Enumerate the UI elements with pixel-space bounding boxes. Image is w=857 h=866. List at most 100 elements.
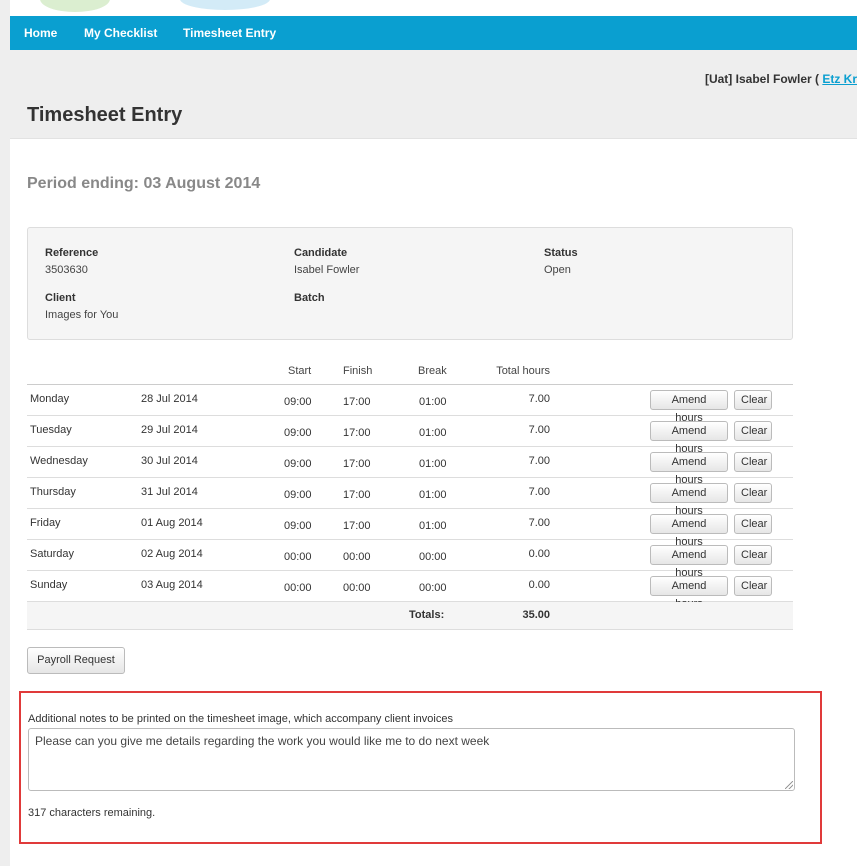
- break-cell: 01:00: [419, 458, 447, 470]
- finish-cell: 17:00: [343, 489, 371, 501]
- finish-cell: 17:00: [343, 427, 371, 439]
- header-total-hours: Total hours: [496, 365, 550, 377]
- status-value: Open: [544, 264, 571, 276]
- date-cell: 28 Jul 2014: [141, 393, 198, 405]
- day-cell: Sunday: [30, 579, 68, 591]
- status-label: Status: [544, 247, 578, 259]
- start-cell: 09:00: [284, 520, 312, 532]
- total-hours-cell: 7.00: [528, 486, 550, 498]
- total-hours-cell: 7.00: [528, 393, 550, 405]
- date-cell: 29 Jul 2014: [141, 424, 198, 436]
- finish-cell: 00:00: [343, 551, 371, 563]
- totals-label: Totals:: [409, 609, 445, 621]
- header-break: Break: [418, 365, 447, 377]
- total-hours-cell: 7.00: [528, 455, 550, 467]
- header-finish: Finish: [343, 365, 373, 377]
- page-title: Timesheet Entry: [27, 104, 183, 126]
- page-header: Timesheet Entry: [10, 84, 857, 138]
- amend-hours-button[interactable]: Amend hours: [650, 545, 728, 579]
- day-cell: Monday: [30, 393, 70, 405]
- start-cell: 09:00: [284, 396, 312, 408]
- timesheet-panel: Period ending: 03 August 2014 Reference …: [10, 138, 857, 866]
- finish-cell: 00:00: [343, 582, 371, 594]
- batch-label: Batch: [294, 292, 325, 304]
- clear-button[interactable]: Clear: [734, 545, 772, 565]
- total-hours-cell: 7.00: [528, 424, 550, 436]
- clear-button[interactable]: Clear: [734, 514, 772, 534]
- nav-my-checklist[interactable]: My Checklist: [84, 16, 157, 50]
- break-cell: 01:00: [419, 520, 447, 532]
- clear-button[interactable]: Clear: [734, 452, 772, 472]
- date-cell: 30 Jul 2014: [141, 455, 198, 467]
- date-cell: 02 Aug 2014: [141, 548, 203, 560]
- candidate-value: Isabel Fowler: [294, 264, 360, 276]
- total-hours-cell: 0.00: [528, 548, 550, 560]
- table-row: Friday 01 Aug 2014 09:00 17:00 01:00 7.00 Amen…: [27, 509, 793, 548]
- start-cell: 09:00: [284, 489, 312, 501]
- table-row: Monday 28 Jul 2014 09:00 17:00 01:00 7.00 Amen…: [27, 385, 793, 424]
- header-start: Start: [288, 365, 312, 377]
- nav-home[interactable]: Home: [24, 16, 57, 50]
- nav-timesheet-entry[interactable]: Timesheet Entry: [183, 16, 276, 50]
- finish-cell: 17:00: [343, 520, 371, 532]
- table-row: Wednesday 30 Jul 2014 09:00 17:00 01:00 7.00 A…: [27, 447, 793, 486]
- total-hours-cell: 7.00: [528, 517, 550, 529]
- notes-text: Please can you give me details regarding…: [35, 734, 490, 748]
- totals-value: 35.00: [522, 609, 550, 621]
- logo-banner: [10, 0, 857, 16]
- period-heading: Period ending: 03 August 2014: [27, 175, 261, 192]
- amend-hours-button[interactable]: Amend hours: [650, 514, 728, 548]
- break-cell: 00:00: [419, 582, 447, 594]
- reference-label: Reference: [45, 247, 99, 259]
- finish-cell: 17:00: [343, 396, 371, 408]
- break-cell: 01:00: [419, 489, 447, 501]
- day-cell: Saturday: [30, 548, 75, 560]
- amend-hours-button[interactable]: Amend hours: [650, 483, 728, 517]
- day-cell: Friday: [30, 517, 61, 529]
- day-cell: Thursday: [30, 486, 76, 498]
- table-row: Tuesday 29 Jul 2014 09:00 17:00 01:00 7.00 Ame…: [27, 416, 793, 455]
- client-label: Client: [45, 292, 76, 304]
- timesheet-info-box: Reference 3503630 Candidate Isabel Fowle…: [27, 227, 793, 340]
- finish-cell: 17:00: [343, 458, 371, 470]
- clear-button[interactable]: Clear: [734, 390, 772, 410]
- start-cell: 09:00: [284, 458, 312, 470]
- date-cell: 01 Aug 2014: [141, 517, 203, 529]
- totals-row: Totals: 35.00: [27, 602, 793, 630]
- clear-button[interactable]: Clear: [734, 421, 772, 441]
- reference-value: 3503630: [45, 264, 88, 276]
- table-row: Thursday 31 Jul 2014 09:00 17:00 01:00 7.00 Am…: [27, 478, 793, 517]
- notes-label: Additional notes to be printed on the ti…: [28, 713, 453, 725]
- amend-hours-button[interactable]: Amend hours: [650, 421, 728, 455]
- total-hours-cell: 0.00: [528, 579, 550, 591]
- day-cell: Tuesday: [30, 424, 72, 436]
- table-row: Sunday 03 Aug 2014 00:00 00:00 00:00 0.00 Amen…: [27, 571, 793, 610]
- break-cell: 01:00: [419, 427, 447, 439]
- start-cell: 00:00: [284, 582, 312, 594]
- notes-textarea[interactable]: Please can you give me details regarding…: [28, 728, 795, 791]
- amend-hours-button[interactable]: Amend hours: [650, 452, 728, 486]
- resize-grip-icon[interactable]: [785, 781, 793, 789]
- notes-section: Additional notes to be printed on the ti…: [19, 691, 822, 844]
- candidate-label: Candidate: [294, 247, 348, 259]
- table-row: Saturday 02 Aug 2014 00:00 00:00 00:00 0.00 Am…: [27, 540, 793, 579]
- amend-hours-button[interactable]: Amend hours: [650, 576, 728, 610]
- top-navbar: Home My Checklist Timesheet Entry: [10, 16, 857, 50]
- clear-button[interactable]: Clear: [734, 483, 772, 503]
- payroll-request-button[interactable]: Payroll Request: [27, 647, 125, 674]
- day-cell: Wednesday: [30, 455, 88, 467]
- logo-graphic-secondary: [180, 0, 270, 10]
- start-cell: 00:00: [284, 551, 312, 563]
- table-header: Start Finish Break Total hours: [27, 363, 793, 385]
- break-cell: 01:00: [419, 396, 447, 408]
- client-value: Images for You: [45, 309, 119, 321]
- date-cell: 03 Aug 2014: [141, 579, 203, 591]
- logo-graphic: [40, 0, 110, 12]
- timesheet-table: Start Finish Break Total hours Monday 28 …: [27, 363, 793, 630]
- break-cell: 00:00: [419, 551, 447, 563]
- clear-button[interactable]: Clear: [734, 576, 772, 596]
- amend-hours-button[interactable]: Amend hours: [650, 390, 728, 424]
- characters-remaining: 317 characters remaining.: [28, 807, 156, 819]
- date-cell: 31 Jul 2014: [141, 486, 198, 498]
- start-cell: 09:00: [284, 427, 312, 439]
